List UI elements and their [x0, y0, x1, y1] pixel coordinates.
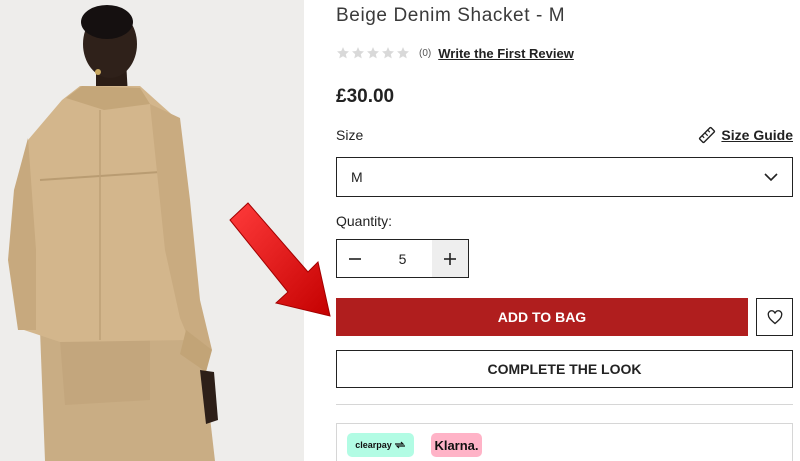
review-count: (0) [419, 47, 432, 59]
size-dropdown[interactable]: M [336, 157, 793, 197]
quantity-stepper: 5 [336, 239, 469, 278]
star-icon [397, 47, 409, 59]
complete-the-look-button[interactable]: COMPLETE THE LOOK [336, 350, 793, 388]
payment-options: clearpay Klarna. [336, 423, 793, 461]
product-price: £30.00 [336, 86, 395, 107]
klarna-badge[interactable]: Klarna. [431, 433, 482, 457]
add-to-bag-button[interactable]: ADD TO BAG [336, 298, 748, 336]
clearpay-arrows-icon [394, 441, 405, 449]
quantity-increase-button[interactable] [432, 240, 468, 277]
write-review-link[interactable]: Write the First Review [438, 46, 574, 61]
wishlist-button[interactable] [756, 298, 793, 336]
ruler-icon [699, 126, 716, 144]
product-image[interactable] [0, 0, 304, 461]
star-icon [352, 47, 364, 59]
quantity-label: Quantity: [336, 213, 393, 229]
product-title: Beige Denim Shacket - M [336, 5, 566, 26]
plus-icon [444, 252, 456, 265]
minus-icon [349, 257, 361, 260]
clearpay-badge[interactable]: clearpay [347, 433, 414, 457]
size-guide-label: Size Guide [721, 127, 793, 143]
size-label: Size [336, 127, 364, 143]
clearpay-label: clearpay [355, 440, 392, 450]
divider [336, 404, 793, 405]
star-icon [337, 47, 349, 59]
star-icon [367, 47, 379, 59]
quantity-input[interactable]: 5 [373, 251, 432, 267]
star-rating[interactable] [336, 46, 410, 60]
size-guide-link[interactable]: Size Guide [698, 126, 793, 144]
size-selected-value: M [351, 169, 363, 185]
rating-row: (0) Write the First Review [336, 45, 574, 61]
product-photo-illustration [0, 0, 304, 461]
star-icon [382, 47, 394, 59]
quantity-decrease-button[interactable] [337, 240, 373, 277]
chevron-down-icon [764, 172, 778, 181]
heart-icon [767, 309, 782, 324]
